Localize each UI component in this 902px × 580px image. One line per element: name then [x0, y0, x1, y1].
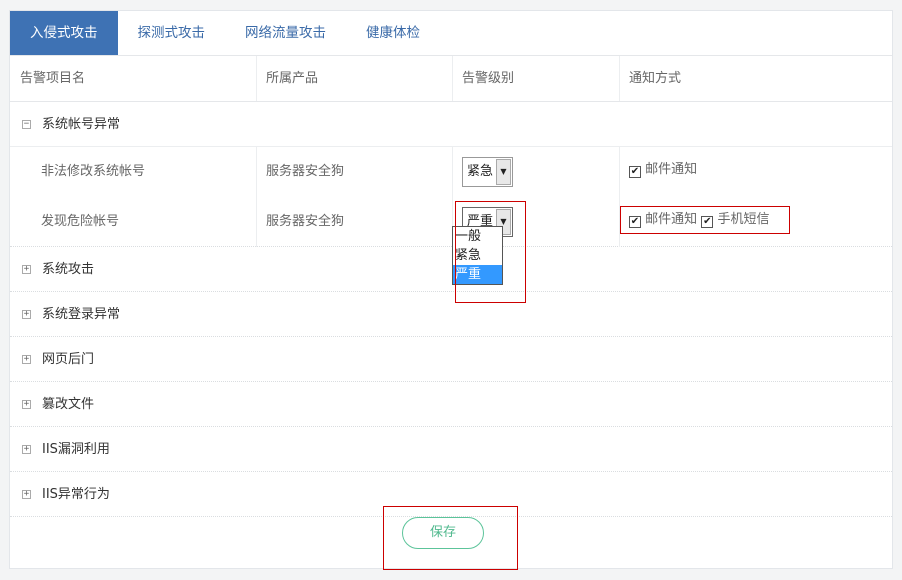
group-label: 篡改文件	[42, 397, 95, 412]
dropdown-arrow-icon[interactable]: ▼	[496, 159, 511, 185]
column-header-alert-level: 告警级别	[462, 71, 515, 86]
collapse-icon[interactable]: −	[22, 120, 31, 129]
email-notify-checkbox[interactable]: ✔	[629, 166, 641, 178]
sms-notify-checkbox[interactable]: ✔	[701, 216, 714, 228]
alert-level-value: 紧急	[467, 164, 494, 179]
table-row: 发现危险帐号 服务器安全狗 严重 ▼ ✔ 邮件通知 ✔ 手机短信	[10, 197, 892, 247]
expand-icon[interactable]: +	[22, 400, 31, 409]
group-label: IIS异常行为	[42, 487, 110, 502]
group-label: 网页后门	[42, 352, 95, 367]
email-notify-label: 邮件通知	[645, 212, 698, 227]
group-row-system-account[interactable]: − 系统帐号异常	[10, 102, 892, 147]
group-row[interactable]: + 网页后门	[10, 337, 892, 382]
column-divider	[256, 56, 257, 101]
column-divider	[452, 56, 453, 101]
sms-notify-label: 手机短信	[717, 212, 770, 227]
save-button[interactable]: 保存	[402, 517, 484, 549]
expand-icon[interactable]: +	[22, 265, 31, 274]
notify-options: ✔ 邮件通知	[629, 147, 697, 197]
expand-icon[interactable]: +	[22, 355, 31, 364]
group-row[interactable]: + IIS异常行为	[10, 472, 892, 517]
product-name: 服务器安全狗	[266, 214, 345, 229]
column-divider	[619, 56, 620, 101]
alert-level-dropdown-list: 一般 紧急 严重	[452, 226, 503, 285]
table-header: 告警项目名 所属产品 告警级别 通知方式	[10, 56, 892, 102]
column-header-notify-method: 通知方式	[629, 71, 682, 86]
group-label: 系统攻击	[42, 262, 95, 277]
alert-item-name: 非法修改系统帐号	[41, 164, 146, 179]
notify-options: ✔ 邮件通知 ✔ 手机短信	[629, 197, 769, 247]
alert-settings-panel: 入侵式攻击 探测式攻击 网络流量攻击 健康体检 告警项目名 所属产品 告警级别 …	[9, 10, 893, 569]
column-header-product: 所属产品	[266, 71, 319, 86]
email-notify-label: 邮件通知	[645, 162, 698, 177]
group-row[interactable]: + 系统攻击	[10, 247, 892, 292]
expand-icon[interactable]: +	[22, 310, 31, 319]
tab-bar: 入侵式攻击 探测式攻击 网络流量攻击 健康体检	[10, 11, 892, 56]
expand-icon[interactable]: +	[22, 445, 31, 454]
alert-item-name: 发现危险帐号	[41, 214, 120, 229]
product-name: 服务器安全狗	[266, 164, 345, 179]
dropdown-option[interactable]: 一般	[453, 227, 502, 246]
alert-level-select[interactable]: 紧急 ▼	[462, 157, 513, 187]
dropdown-option[interactable]: 紧急	[453, 246, 502, 265]
group-row[interactable]: + 篡改文件	[10, 382, 892, 427]
group-label: IIS漏洞利用	[42, 442, 110, 457]
tab-probe-attack[interactable]: 探测式攻击	[118, 11, 226, 55]
tab-health-check[interactable]: 健康体检	[346, 11, 440, 55]
table-row: 非法修改系统帐号 服务器安全狗 紧急 ▼ ✔ 邮件通知	[10, 147, 892, 197]
expand-icon[interactable]: +	[22, 490, 31, 499]
group-row[interactable]: + 系统登录异常	[10, 292, 892, 337]
group-label: 系统帐号异常	[42, 117, 121, 132]
group-body: 非法修改系统帐号 服务器安全狗 紧急 ▼ ✔ 邮件通知 发现危险帐号 服务器安全…	[10, 147, 892, 247]
dropdown-option-selected[interactable]: 严重	[453, 265, 502, 284]
column-header-item-name: 告警项目名	[20, 71, 86, 86]
tab-traffic-attack[interactable]: 网络流量攻击	[225, 11, 346, 55]
tab-intrusion-attack[interactable]: 入侵式攻击	[10, 11, 118, 55]
group-label: 系统登录异常	[42, 307, 121, 322]
group-row[interactable]: + IIS漏洞利用	[10, 427, 892, 472]
email-notify-checkbox[interactable]: ✔	[629, 216, 641, 228]
